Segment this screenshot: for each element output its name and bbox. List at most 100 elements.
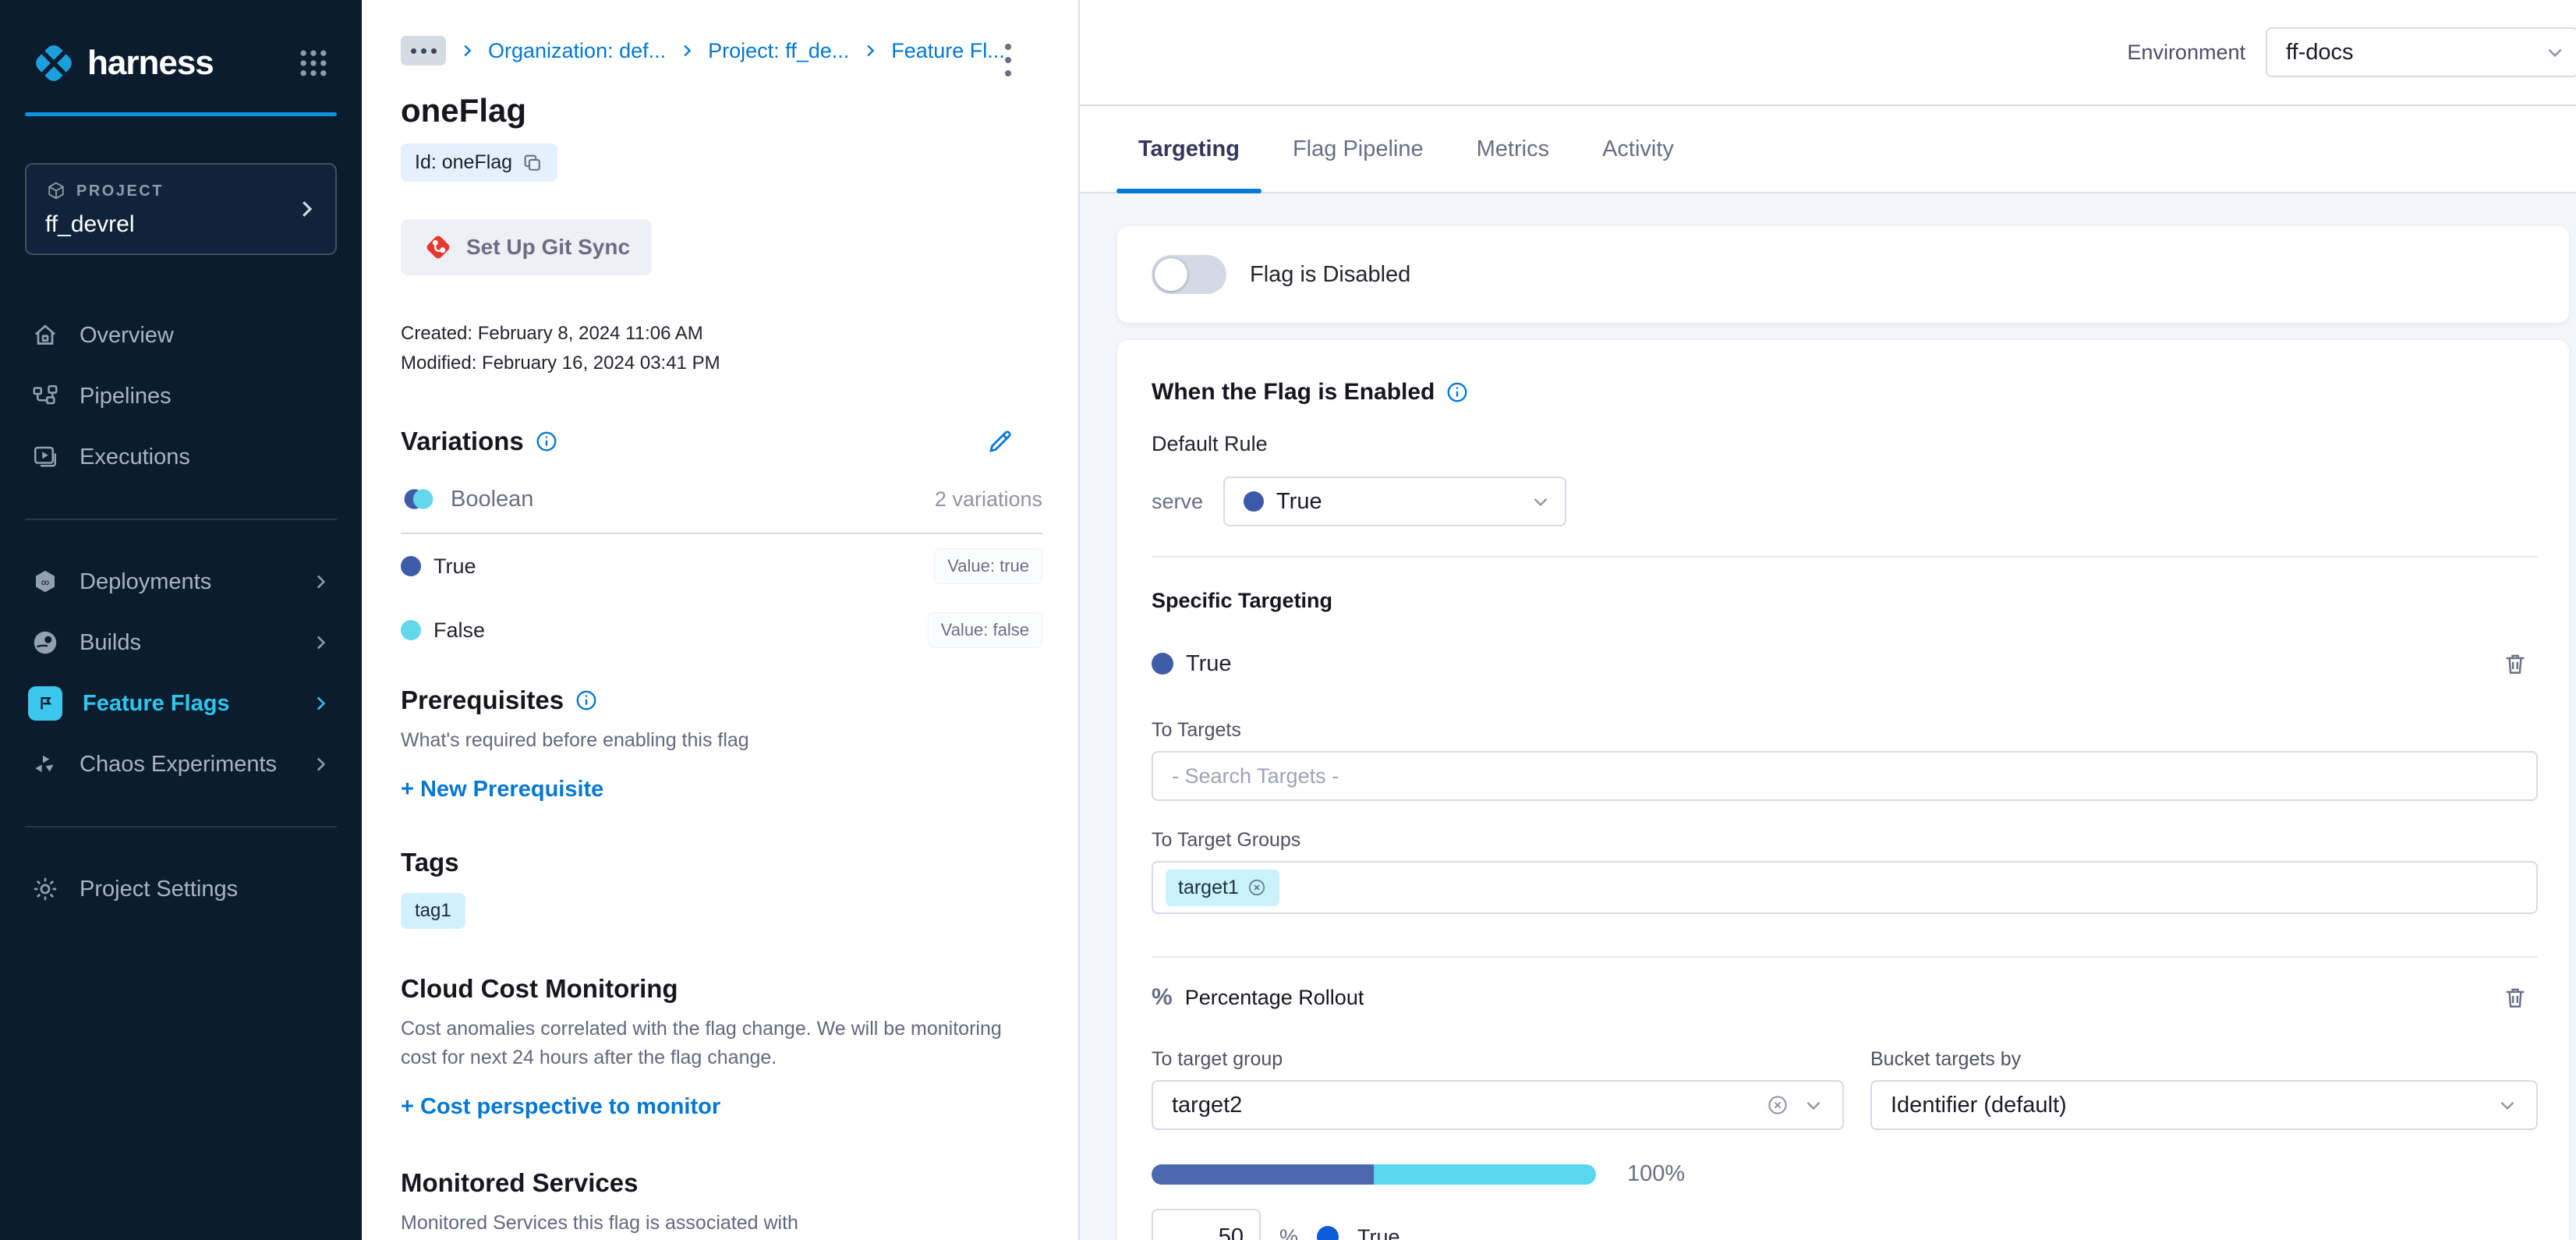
sidebar-item-label: Overview [80, 323, 174, 349]
rollout-target-group-select[interactable]: target2 [1152, 1080, 1844, 1130]
search-targets-input[interactable] [1152, 751, 2538, 801]
targeting-panel: Environment ff-docs Targeting Flag Pipel… [1080, 0, 2576, 1240]
rollout-weight-input[interactable] [1152, 1209, 1261, 1240]
when-enabled-header: When the Flag is Enabled [1152, 379, 2538, 406]
home-icon [31, 321, 59, 349]
tab-metrics[interactable]: Metrics [1455, 106, 1571, 192]
breadcrumb-organization[interactable]: Organization: def... [488, 39, 666, 63]
cloud-cost-heading: Cloud Cost Monitoring [401, 974, 1042, 1004]
tab-activity[interactable]: Activity [1580, 106, 1696, 192]
sidebar-divider [25, 826, 337, 827]
edit-pencil-icon[interactable] [986, 427, 1014, 455]
sidebar-item-label: Chaos Experiments [80, 752, 277, 778]
serve-variation-dot [1244, 491, 1264, 512]
variation-row-false: False Value: false [401, 598, 1042, 662]
bucket-targets-select[interactable]: Identifier (default) [1870, 1080, 2538, 1130]
bucket-targets-value: Identifier (default) [1891, 1093, 2067, 1118]
info-icon[interactable] [535, 430, 558, 453]
rollout-target-group-value: target2 [1172, 1093, 1242, 1118]
flag-tabs: Targeting Flag Pipeline Metrics Activity [1080, 106, 2576, 193]
flag-id-text: Id: oneFlag [415, 151, 512, 174]
sidebar-item-pipelines[interactable]: Pipelines [25, 366, 337, 427]
breadcrumb-project[interactable]: Project: ff_de... [708, 39, 849, 63]
variation-value-badge: Value: true [934, 548, 1042, 584]
setup-git-sync-label: Set Up Git Sync [466, 235, 630, 260]
sidebar-item-project-settings[interactable]: Project Settings [25, 859, 337, 919]
variation-row-true: True Value: true [401, 534, 1042, 598]
project-selector[interactable]: PROJECT ff_devrel [25, 163, 337, 255]
chevron-right-icon [458, 42, 476, 59]
target-group-chip: target1 [1166, 870, 1279, 906]
cube-icon [45, 180, 67, 202]
sidebar-item-label: Deployments [80, 569, 211, 595]
page-title: oneFlag [401, 92, 1042, 129]
environment-select[interactable]: ff-docs [2266, 27, 2576, 77]
cloud-cost-desc: Cost anomalies correlated with the flag … [401, 1015, 1042, 1072]
clear-selection-icon[interactable] [1766, 1093, 1789, 1117]
tab-targeting[interactable]: Targeting [1116, 106, 1261, 192]
tab-flag-pipeline[interactable]: Flag Pipeline [1271, 106, 1445, 192]
remove-chip-icon[interactable] [1247, 877, 1267, 898]
cost-perspective-button[interactable]: + Cost perspective to monitor [401, 1094, 720, 1120]
flag-detail-panel: Organization: def... Project: ff_de... F… [362, 0, 1080, 1240]
kebab-menu-icon[interactable] [1002, 41, 1014, 80]
sidebar: harness PROJECT ff_devrel Overview Pipel… [0, 0, 362, 1240]
variation-type-label: Boolean [451, 487, 533, 512]
sidebar-item-feature-flags[interactable]: Feature Flags [25, 673, 337, 734]
new-prerequisite-button[interactable]: + New Prerequisite [401, 777, 603, 802]
variations-section-header: Variations [401, 427, 1042, 456]
created-timestamp: Created: February 8, 2024 11:06 AM [401, 319, 1042, 349]
apps-grid-icon[interactable] [296, 46, 331, 80]
sidebar-nav: Overview Pipelines Executions ∞ Deployme… [25, 305, 337, 919]
monitored-services-desc: Monitored Services this flag is associat… [401, 1209, 1042, 1238]
chevron-right-icon [310, 693, 331, 714]
chevron-right-icon [295, 197, 318, 221]
targeting-rules-card: When the Flag is Enabled Default Rule se… [1117, 340, 2569, 1240]
flag-id-chip[interactable]: Id: oneFlag [401, 143, 557, 182]
rollout-weight-row: % True [1152, 1209, 2538, 1240]
variation-true-dot [401, 556, 421, 576]
flag-state-label: Flag is Disabled [1250, 262, 1410, 288]
pipelines-icon [31, 382, 59, 410]
trash-icon[interactable] [2502, 650, 2528, 677]
info-icon[interactable] [575, 689, 598, 712]
svg-text:∞: ∞ [41, 576, 50, 589]
breadcrumb-feature-flags[interactable]: Feature Fl... [891, 39, 1005, 63]
prerequisites-heading: Prerequisites [401, 686, 564, 715]
sidebar-item-label: Executions [80, 445, 190, 470]
trash-icon[interactable] [2502, 984, 2528, 1011]
sidebar-item-overview[interactable]: Overview [25, 305, 337, 366]
setup-git-sync-button[interactable]: Set Up Git Sync [401, 219, 652, 275]
app-window: harness PROJECT ff_devrel Overview Pipel… [0, 0, 2576, 1240]
specific-targeting-heading: Specific Targeting [1152, 589, 2538, 613]
rollout-total-percentage: 100% [1627, 1161, 1685, 1187]
sidebar-item-chaos-experiments[interactable]: Chaos Experiments [25, 734, 337, 795]
copy-icon[interactable] [522, 152, 543, 174]
tag-chip[interactable]: tag1 [401, 893, 465, 929]
sidebar-item-deployments[interactable]: ∞ Deployments [25, 551, 337, 612]
flag-state-card: Flag is Disabled [1117, 226, 2569, 323]
sidebar-item-executions[interactable]: Executions [25, 427, 337, 487]
harness-logo-icon [31, 41, 76, 86]
target-groups-input[interactable]: target1 [1152, 861, 2538, 914]
rollout-weight-variation-dot [1317, 1226, 1339, 1240]
rollout-distribution-row: 100% [1152, 1161, 2538, 1187]
project-name: ff_devrel [45, 211, 317, 238]
variation-type-row: Boolean 2 variations [401, 486, 1042, 512]
serve-variation-select[interactable]: True [1223, 477, 1566, 526]
sidebar-item-builds[interactable]: Builds [25, 612, 337, 673]
divider [1152, 556, 2538, 558]
divider [1152, 956, 2538, 958]
variation-count: 2 variations [935, 487, 1042, 512]
percentage-rollout-heading: Percentage Rollout [1185, 986, 1364, 1010]
modified-timestamp: Modified: February 16, 2024 03:41 PM [401, 349, 1042, 378]
harness-logo[interactable]: harness [31, 41, 214, 86]
when-enabled-heading: When the Flag is Enabled [1152, 379, 1435, 406]
info-icon[interactable] [1445, 381, 1469, 404]
specific-variation-dot [1152, 653, 1173, 675]
flag-enabled-toggle[interactable] [1152, 255, 1226, 294]
executions-icon [31, 443, 59, 471]
breadcrumb-ellipsis[interactable] [401, 36, 446, 66]
sidebar-item-label: Pipelines [80, 384, 172, 409]
sidebar-item-label: Builds [80, 630, 141, 656]
